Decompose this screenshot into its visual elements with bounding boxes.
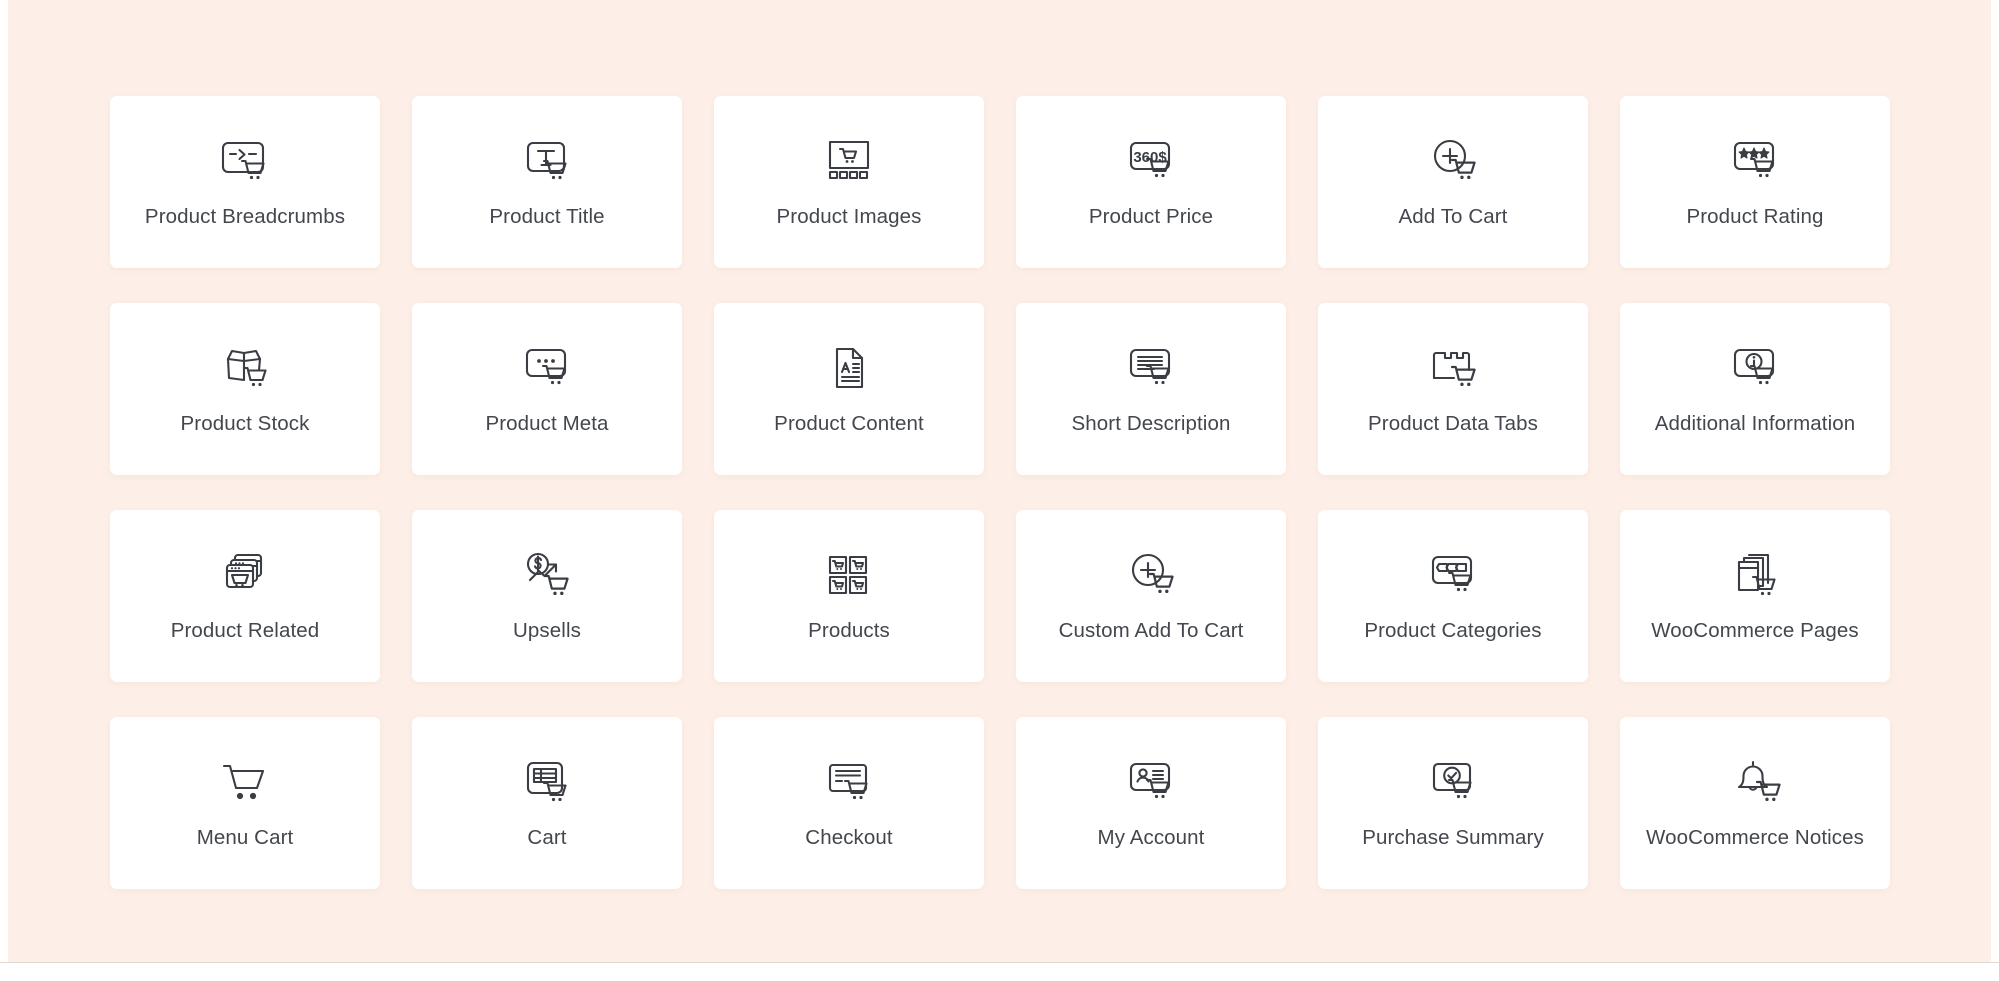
svg-text:360$: 360$ xyxy=(1133,149,1167,166)
folder-tabs-cart-icon xyxy=(1424,339,1482,399)
widget-card[interactable]: Product Title xyxy=(412,96,682,268)
widget-card-label: WooCommerce Notices xyxy=(1646,825,1864,849)
shopping-cart-icon xyxy=(216,753,274,813)
widget-card-label: Cart xyxy=(527,825,567,849)
widget-card[interactable]: Short Description xyxy=(1016,303,1286,475)
user-card-cart-icon xyxy=(1122,753,1180,813)
widget-card[interactable]: Product Rating xyxy=(1620,96,1890,268)
widget-card[interactable]: Checkout xyxy=(714,717,984,889)
widget-card[interactable]: Menu Cart xyxy=(110,717,380,889)
breadcrumbs-cart-icon xyxy=(216,132,274,192)
widget-card-label: Additional Information xyxy=(1654,411,1856,435)
stars-cart-icon xyxy=(1726,132,1784,192)
widget-card-label: Product Meta xyxy=(485,411,609,435)
widget-card[interactable]: Custom Add To Cart xyxy=(1016,510,1286,682)
widget-card-label: Upsells xyxy=(513,618,581,642)
check-circle-cart-icon xyxy=(1424,753,1482,813)
widget-card[interactable]: Product Related xyxy=(110,510,380,682)
info-circle-cart-icon xyxy=(1726,339,1784,399)
widget-card-label: Product Title xyxy=(489,204,605,228)
open-box-cart-icon xyxy=(216,339,274,399)
widget-card-label: Product Categories xyxy=(1364,618,1542,642)
widget-card[interactable]: My Account xyxy=(1016,717,1286,889)
widget-card[interactable]: Add To Cart xyxy=(1318,96,1588,268)
widget-card[interactable]: Upsells xyxy=(412,510,682,682)
widget-card-label: Product Price xyxy=(1088,204,1214,228)
title-cart-icon xyxy=(518,132,576,192)
widget-card[interactable]: 360$ Product Price xyxy=(1016,96,1286,268)
widget-card-grid: Product Breadcrumbs Product Title Produc… xyxy=(110,96,1900,889)
widget-card[interactable]: Product Images xyxy=(714,96,984,268)
right-edge-strip xyxy=(1991,0,1999,962)
dollar-trend-cart-icon xyxy=(518,546,576,606)
widget-card-label: Product Rating xyxy=(1686,204,1824,228)
bottom-divider xyxy=(0,962,1999,981)
widget-card[interactable]: Product Stock xyxy=(110,303,380,475)
widget-card-label: Products xyxy=(808,618,890,642)
widget-card[interactable]: WooCommerce Notices xyxy=(1620,717,1890,889)
widget-card-label: My Account xyxy=(1097,825,1205,849)
widget-card-label: Product Related xyxy=(170,618,320,642)
widget-card-label: Product Stock xyxy=(180,411,310,435)
plus-circle-cart-icon xyxy=(1122,546,1180,606)
widget-card[interactable]: WooCommerce Pages xyxy=(1620,510,1890,682)
widget-card[interactable]: Product Categories xyxy=(1318,510,1588,682)
widget-card[interactable]: Products xyxy=(714,510,984,682)
widget-card[interactable]: Product Data Tabs xyxy=(1318,303,1588,475)
widget-card[interactable]: Additional Information xyxy=(1620,303,1890,475)
gallery-cart-icon xyxy=(820,132,878,192)
stacked-windows-cart-icon xyxy=(216,546,274,606)
widget-card-label: Product Breadcrumbs xyxy=(144,204,346,228)
price-tag-cart-icon: 360$ xyxy=(1122,132,1180,192)
widget-card-label: Product Content xyxy=(774,411,924,435)
widget-card[interactable]: Product Content xyxy=(714,303,984,475)
credit-card-cart-icon xyxy=(820,753,878,813)
widget-card-label: Short Description xyxy=(1071,411,1231,435)
bell-cart-icon xyxy=(1726,753,1784,813)
widget-card-label: WooCommerce Pages xyxy=(1651,618,1859,642)
widget-card-label: Custom Add To Cart xyxy=(1058,618,1244,642)
meta-dots-cart-icon xyxy=(518,339,576,399)
product-grid-icon xyxy=(820,546,878,606)
left-edge-strip xyxy=(0,0,8,962)
widget-card[interactable]: Purchase Summary xyxy=(1318,717,1588,889)
document-text-icon xyxy=(820,339,878,399)
pages-stack-cart-icon xyxy=(1726,546,1784,606)
widget-card-label: Menu Cart xyxy=(196,825,294,849)
widget-card-label: Product Data Tabs xyxy=(1368,411,1538,435)
widget-card-label: Add To Cart xyxy=(1398,204,1508,228)
widgets-panel: Product Breadcrumbs Product Title Produc… xyxy=(0,0,1999,981)
widget-card[interactable]: Cart xyxy=(412,717,682,889)
cart-table-cart-icon xyxy=(518,753,576,813)
categories-tags-cart-icon xyxy=(1424,546,1482,606)
widget-card[interactable]: Product Breadcrumbs xyxy=(110,96,380,268)
widget-card-label: Product Images xyxy=(776,204,922,228)
widget-card[interactable]: Product Meta xyxy=(412,303,682,475)
widget-card-label: Purchase Summary xyxy=(1362,825,1544,849)
widget-card-label: Checkout xyxy=(805,825,893,849)
plus-circle-cart-icon xyxy=(1424,132,1482,192)
text-lines-cart-icon xyxy=(1122,339,1180,399)
